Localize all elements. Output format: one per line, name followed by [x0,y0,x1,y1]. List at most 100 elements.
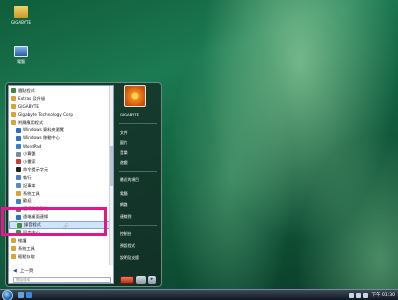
program-icon [16,175,21,181]
program-icon [16,135,21,141]
start-menu: 隨貼程式 Extras 及升級 GIGABYTE Gigabyte Technolog… [5,82,162,287]
program-icon [11,104,16,110]
taskbar: 下午 01:30 [0,289,398,300]
program-item[interactable]: Windows 移動中心 [9,134,111,142]
internet-explorer-icon[interactable] [26,292,32,298]
power-button[interactable] [120,276,134,284]
program-item[interactable]: 附屬應用程式 [9,119,111,127]
back-label: 上一頁 [19,268,34,274]
program-label: 小算盤 [23,151,36,157]
program-icon [11,238,16,244]
program-icon [16,230,21,236]
desktop-icon-computer[interactable]: 電腦 [4,46,38,64]
program-icon [11,112,16,118]
program-label: 命令提示字元 [23,166,49,172]
start-search-input[interactable]: 開始搜尋 [13,277,111,283]
mouse-cursor-icon: ➚ [63,222,69,230]
program-item[interactable]: 維護 [9,237,111,245]
start-menu-link[interactable]: 遊戲 [120,160,128,166]
user-picture[interactable] [124,85,146,107]
scrollbar-thumb[interactable] [110,146,113,186]
program-item[interactable]: 同步中心 [9,229,111,237]
program-label: Gigabyte Technology Corp [18,112,73,118]
program-item[interactable]: Gigabyte Technology Corp [9,111,111,119]
start-menu-link[interactable]: 圖片 [120,140,128,146]
start-button[interactable] [2,290,13,300]
program-label: 歡迎 [23,198,32,204]
program-label: 小畫家 [23,158,36,164]
program-label: 執行 [23,174,32,180]
program-label: 記事本 [23,182,36,188]
program-list-scrollbar[interactable] [109,86,113,265]
program-label: Extras 及升級 [18,95,46,101]
program-icon [11,120,16,125]
program-item[interactable]: Extras 及升級 [9,95,111,103]
desktop-icon-label: GIGABYTE [10,20,32,25]
program-item[interactable]: 歡迎 [9,197,111,205]
network-icon[interactable] [348,292,354,298]
program-item[interactable]: 命令提示字元 [9,166,111,174]
start-menu-link[interactable]: 連線到 [120,214,131,220]
start-menu-link[interactable]: 預設程式 [120,243,135,249]
program-item[interactable]: 遠端桌面連線 [9,213,111,221]
start-menu-link[interactable]: 網路 [120,202,128,208]
program-label: 維護 [18,237,27,243]
program-icon [16,183,21,189]
program-label: 系統工具 [18,245,35,251]
start-menu-link[interactable]: 控制台 [120,231,131,237]
program-label: Windows 資料夾瀏覽 [23,127,64,133]
program-icon [16,127,21,133]
program-item[interactable]: WordPad [9,142,111,150]
program-item[interactable]: 錄音程式 [9,221,111,230]
program-label: 同步中心 [23,229,40,235]
start-menu-link[interactable]: GIGABYTE [120,112,139,117]
menu-separator [119,225,157,226]
start-menu-link[interactable]: 說明及支援 [120,255,139,261]
start-menu-link[interactable]: 文件 [120,130,128,136]
program-label: GIGABYTE [18,104,39,110]
program-item[interactable]: 執行 [9,174,111,182]
lock-button[interactable] [136,276,146,284]
start-menu-link[interactable]: 電腦 [120,191,128,197]
program-icon [11,254,16,260]
program-label: 錄音程式 [24,222,41,228]
program-item[interactable]: 小畫家 [9,158,111,166]
program-icon [16,191,21,197]
start-menu-right-pane: GIGABYTE 文件圖片音樂遊戲最近的項目電腦網路連線到控制台預設程式說明及支援… [116,83,161,286]
program-list: 隨貼程式 Extras 及升級 GIGABYTE Gigabyte Technolog… [9,87,111,261]
back-button[interactable]: ◀ 上一頁 [9,266,113,275]
program-item[interactable]: 小算盤 [9,150,111,158]
start-menu-link[interactable]: 音樂 [120,150,128,156]
folder-icon [14,6,28,18]
program-icon [17,222,22,228]
clock[interactable]: 下午 01:30 [372,292,395,298]
program-item[interactable]: 連線到投影機 [9,205,111,213]
system-tray: 下午 01:30 [348,291,395,299]
program-icon [16,167,21,173]
start-menu-link[interactable]: 最近的項目 [120,177,139,183]
program-label: Windows 移動中心 [23,135,60,141]
program-item[interactable]: 隨貼程式 [9,87,111,95]
program-icon [16,198,21,204]
computer-icon [14,46,28,57]
program-item[interactable]: 記事本 [9,182,111,190]
program-icon [16,143,21,149]
program-icon [11,88,16,94]
volume-icon[interactable] [355,292,361,298]
program-icon [16,206,21,212]
program-icon [16,159,21,165]
menu-separator [119,171,157,172]
program-item[interactable]: 系統工具 [9,190,111,198]
program-item[interactable]: GIGABYTE [9,103,111,111]
program-item[interactable]: 系統工具 [9,245,111,253]
program-item[interactable]: 輕鬆存取 [9,253,111,261]
program-item[interactable]: Windows 資料夾瀏覽 [9,126,111,134]
desktop-icon-gigabyte[interactable]: GIGABYTE [4,6,38,25]
program-icon [11,246,16,252]
program-label: 附屬應用程式 [18,119,44,125]
show-desktop-icon[interactable] [18,292,24,298]
language-icon[interactable] [362,292,368,298]
program-label: 系統工具 [23,190,40,196]
all-programs-panel: 隨貼程式 Extras 及升級 GIGABYTE Gigabyte Technolog… [8,85,114,284]
shutdown-options-button[interactable]: ▸ [148,276,156,284]
